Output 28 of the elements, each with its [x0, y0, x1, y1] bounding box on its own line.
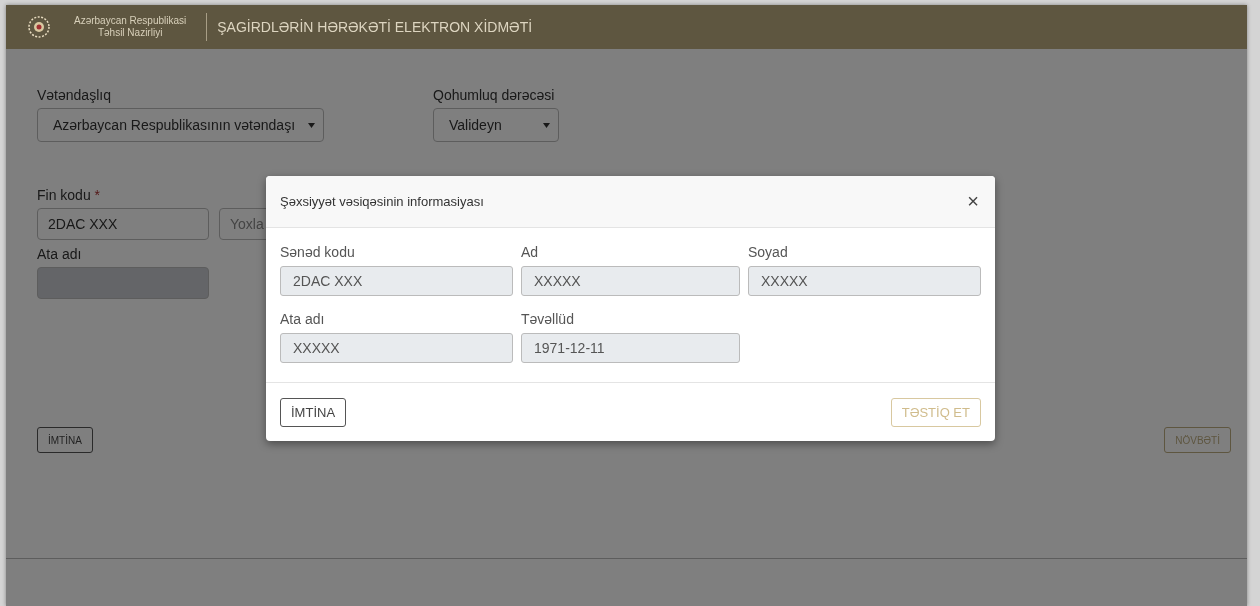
readonly-field[interactable]: XXXXX: [521, 266, 740, 296]
field-label: Ata adı: [37, 246, 82, 262]
field-label: Qohumluq dərəcəsi: [433, 87, 555, 103]
field-label: Təvəllüd: [521, 311, 575, 327]
field-label: Ata adı: [280, 311, 326, 327]
fin-input[interactable]: 2DAC XXX: [37, 208, 209, 240]
modal-title: Şəxsiyyət vəsiqəsinin informasiyası: [280, 194, 484, 209]
cancel-button[interactable]: İMTİNA: [280, 397, 347, 427]
citizenship-select[interactable]: Azərbaycan Respublikasının vətəndaşı: [37, 108, 324, 142]
cancel-button[interactable]: İMTİNA: [37, 427, 93, 453]
service-title: ŞAGİRDLƏRİN HƏRƏKƏTİ ELEKTRON XİDMƏTİ: [217, 19, 533, 35]
close-button[interactable]: ×: [965, 190, 981, 213]
caret-icon: [543, 122, 550, 128]
relation-select[interactable]: Valideyn: [433, 108, 559, 142]
ministry-name: Azərbaycan Respublikasi: [74, 15, 187, 27]
readonly-field[interactable]: XXXXX: [748, 266, 981, 296]
readonly-field[interactable]: 2DAC XXX: [280, 266, 513, 296]
field-label: Sənəd kodu: [280, 244, 356, 260]
field-label: Fin kodu: [37, 187, 91, 203]
field-label: Soyad: [748, 244, 789, 260]
field-label: Vətəndaşlıq: [37, 87, 111, 103]
required-mark: *: [94, 187, 101, 203]
field-label: Ad: [521, 244, 540, 260]
emblem-icon: [28, 16, 50, 38]
readonly-field[interactable]: XXXXX: [280, 333, 513, 363]
readonly-field[interactable]: 1971-12-11: [521, 333, 740, 363]
caret-icon: [308, 122, 315, 128]
ministry-name: Təhsil Nazirliyi: [97, 27, 163, 39]
